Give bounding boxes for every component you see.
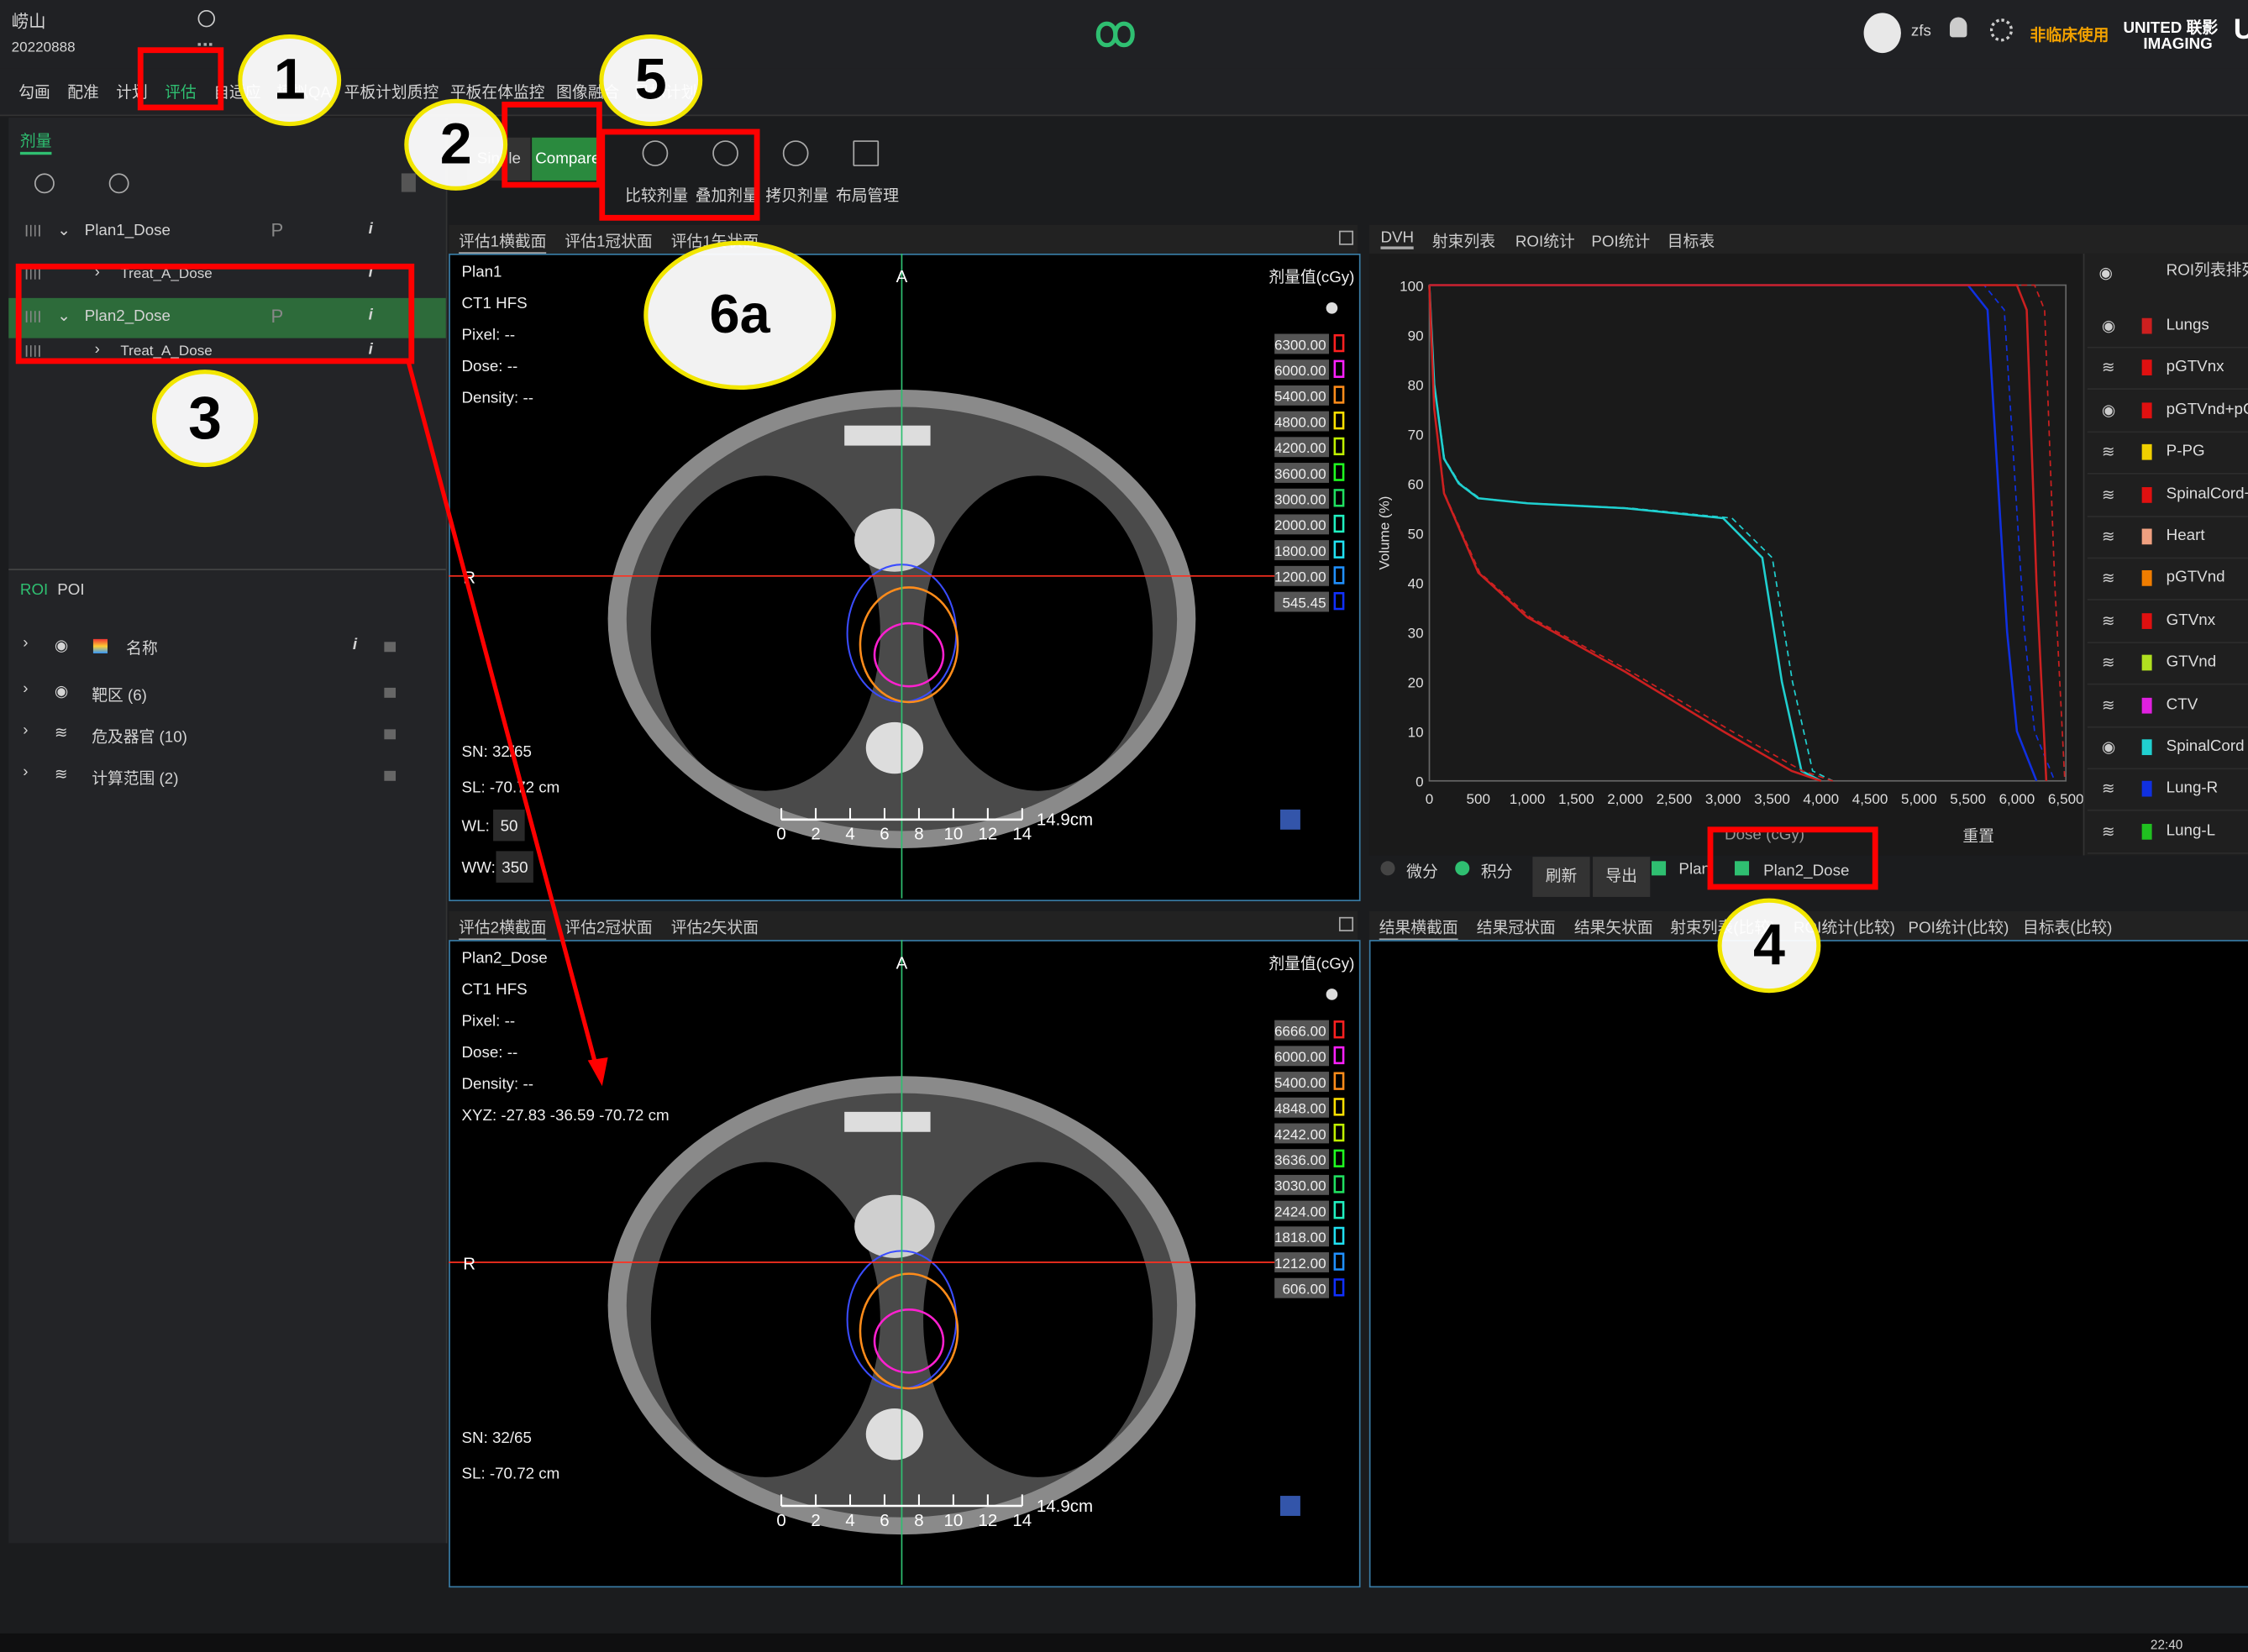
annotation-2: 2	[404, 98, 508, 191]
annotation-5: 5	[599, 34, 703, 127]
annotation-arrow	[406, 361, 608, 1087]
annotation-1: 1	[238, 34, 342, 127]
annotation-4: 4	[1717, 898, 1821, 994]
annotation-3: 3	[151, 370, 259, 468]
annotation-6a: 6a	[643, 240, 836, 391]
